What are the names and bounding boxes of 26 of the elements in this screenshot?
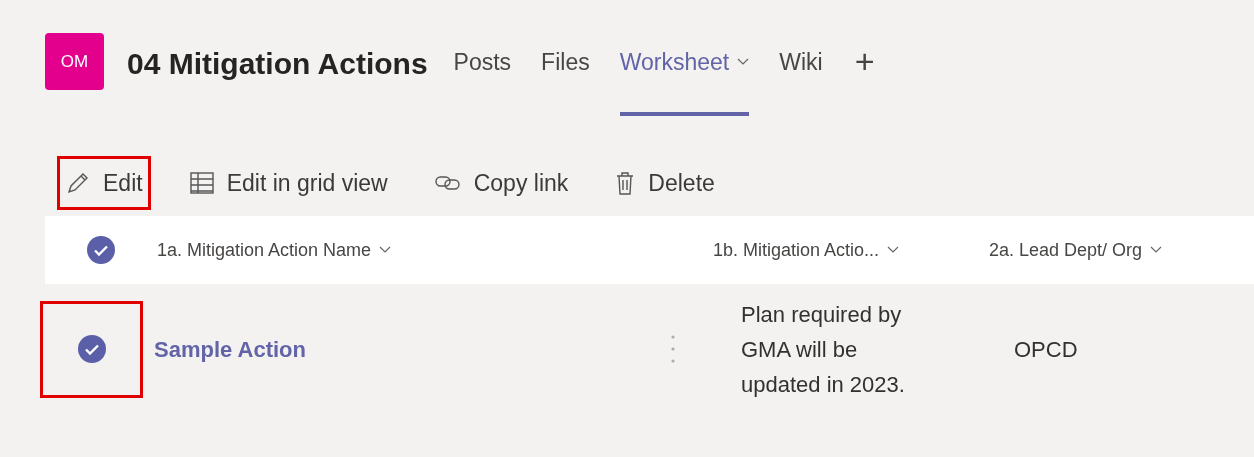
chevron-down-icon xyxy=(737,58,750,66)
column-header[interactable]: 2a. Lead Dept/ Org xyxy=(989,236,1163,264)
tab[interactable]: Files xyxy=(541,48,590,116)
chevron-down-icon xyxy=(379,246,392,254)
row-select-cell[interactable] xyxy=(40,300,143,398)
toolbar-button[interactable]: Edit in grid view xyxy=(180,156,396,210)
channel-title: 04 Mitigation Actions xyxy=(127,46,428,82)
table-cell-text: OPCD xyxy=(1014,335,1078,364)
grid-icon xyxy=(188,171,215,195)
chevron-down-icon xyxy=(887,246,900,254)
tab[interactable]: Wiki xyxy=(779,48,823,116)
team-avatar: OM xyxy=(45,33,104,90)
table-cell-text: Plan required by GMA will be updated in 2023. xyxy=(741,300,906,399)
tab[interactable]: Worksheet xyxy=(619,48,750,116)
add-tab-button[interactable]: + xyxy=(854,44,875,76)
column-header[interactable]: 1b. Mitigation Actio... xyxy=(713,236,989,264)
toolbar-button[interactable]: Delete xyxy=(606,156,723,210)
toolbar-button[interactable]: Edit xyxy=(57,156,151,210)
toolbar-button[interactable]: Copy link xyxy=(425,156,577,210)
chevron-down-icon xyxy=(1150,246,1163,254)
link-icon xyxy=(433,174,462,192)
item-link[interactable]: Sample Action xyxy=(154,336,306,362)
checked-circle-icon[interactable] xyxy=(76,334,107,364)
checked-circle-icon[interactable] xyxy=(86,235,116,265)
column-header[interactable]: 1a. Mitigation Action Name xyxy=(157,236,713,264)
tab[interactable]: Posts xyxy=(453,48,512,116)
